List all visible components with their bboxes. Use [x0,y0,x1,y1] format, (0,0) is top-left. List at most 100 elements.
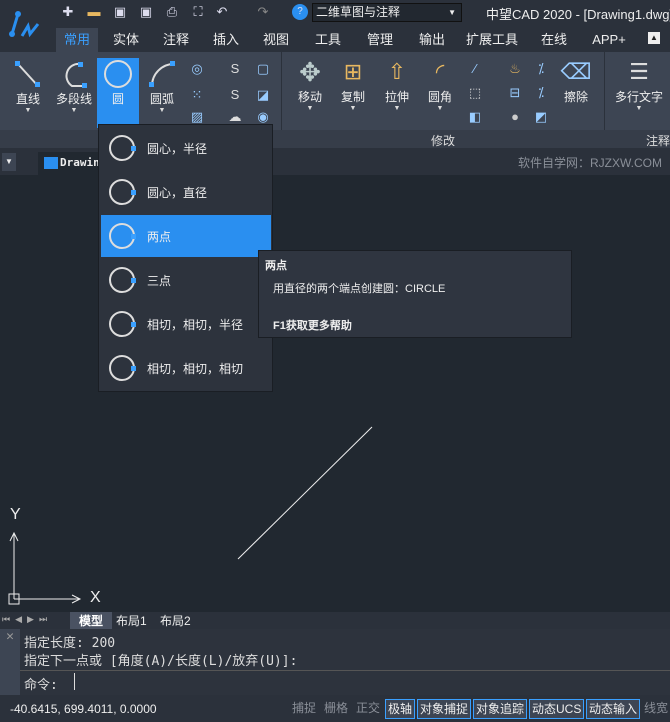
move-button[interactable]: ✥ 移动 ▼ [290,52,330,112]
tab-insert[interactable]: 插入 [206,28,246,52]
otrack-toggle[interactable]: 对象追踪 [473,699,528,719]
modify-panel-label: 修改 [431,134,456,148]
offset-curve-icon[interactable]: S [228,88,242,102]
menu-item-label: 圆心，半径 [147,141,208,156]
dwg-file-icon [44,157,58,169]
dropdown-arrow-icon: ▼ [306,105,314,112]
spline-icon[interactable]: S [228,62,242,76]
circle-dropdown-menu: 圆心，半径 圆心，直径 两点 三点 相切，相切，半径 相切，相切，相切 [98,124,273,392]
save-as-icon[interactable]: ▣ [138,4,154,20]
help-icon[interactable]: ? [292,4,308,20]
line-icon [15,61,40,87]
tooltip: 两点 用直径的两个端点创建圆：CIRCLE F1获取更多帮助 [258,250,572,338]
offset-icon[interactable]: ♨ [508,62,522,76]
tab-list-icon[interactable]: ▼ [2,153,16,171]
region-icon[interactable]: ◪ [256,88,270,102]
menu-item-center-radius[interactable]: 圆心，半径 [101,127,271,169]
tab-app-plus[interactable]: APP+ [586,28,632,52]
break-icon[interactable]: ● [508,110,522,124]
point-icon[interactable]: ⁙ [190,88,204,102]
command-prompt: 命令: [24,678,58,693]
lineweight-toggle[interactable]: 线宽 [642,699,670,719]
tab-view[interactable]: 视图 [256,28,296,52]
dropdown-arrow-icon: ▼ [24,107,32,114]
align-icon[interactable]: ⊟ [508,86,522,100]
app-logo[interactable] [0,0,52,52]
tab-layout2[interactable]: 布局2 [160,612,191,629]
chamfer-icon[interactable]: ⁒ [534,86,548,100]
tab-tools[interactable]: 工具 [308,28,348,52]
donut-icon[interactable]: ◉ [256,110,270,124]
osnap-toggle[interactable]: 对象捕捉 [417,699,472,719]
dyn-input-toggle[interactable]: 动态输入 [586,699,641,719]
circle-three-point-icon [109,267,136,293]
tab-layout1[interactable]: 布局1 [116,612,147,629]
menu-item-two-point[interactable]: 两点 [101,215,271,257]
ellipse-icon[interactable]: ◎ [190,62,204,76]
new-icon[interactable]: ✚ [60,4,76,20]
layout-nav-icons[interactable]: ⏮◀▶⏭ [2,614,52,625]
menu-item-three-point[interactable]: 三点 [101,259,271,301]
divider [20,670,670,671]
join-icon[interactable]: ⁒ [534,62,548,76]
polyline-button[interactable]: 多段线 ▼ [52,52,96,114]
circle-ttr-icon [109,311,136,337]
dropdown-arrow-icon: ▼ [436,105,444,112]
tab-model[interactable]: 模型 [70,612,112,629]
explode-icon[interactable]: ⬚ [468,86,482,100]
copy-icon: ⊞ [343,59,363,84]
menu-item-tan-tan-tan[interactable]: 相切，相切，相切 [101,347,271,389]
polyline-icon [65,62,87,88]
open-icon[interactable]: ▬ [86,4,102,20]
command-input[interactable] [74,673,75,690]
tab-manage[interactable]: 管理 [360,28,400,52]
ducs-toggle[interactable]: 动态UCS [529,699,585,719]
close-command-icon[interactable]: ✕ [0,629,20,695]
menu-item-label: 三点 [147,273,172,288]
tab-output[interactable]: 输出 [412,28,452,52]
line-button[interactable]: 直线 ▼ [6,52,50,114]
copy-button[interactable]: ⊞ 复制 ▼ [333,52,373,112]
circle-center-radius-icon [109,135,136,161]
circle-button[interactable]: 圆 [97,58,139,128]
rectangle-icon[interactable]: ▢ [256,62,270,76]
tab-online[interactable]: 在线 [534,28,574,52]
polyline-label: 多段线 [55,92,92,106]
mtext-label: 多行文字 [614,90,663,104]
command-history-line: 指定下一点或 [角度(A)/长度(L)/放弃(U)]: [24,654,298,669]
undo-icon[interactable]: ↶ [214,4,230,20]
line-label: 直线 [15,92,40,106]
zoom-extents-icon[interactable]: ⛶ [190,4,206,20]
polar-toggle[interactable]: 极轴 [385,699,416,719]
tab-extensions[interactable]: 扩展工具 [462,28,522,52]
erase-button[interactable]: ⌫ 擦除 [556,52,596,105]
ortho-toggle[interactable]: 正交 [354,699,382,719]
arc-button[interactable]: 圆弧 ▼ [142,52,182,114]
revcloud-icon[interactable]: ☁ [228,110,242,124]
array-icon[interactable]: ◧ [468,110,482,124]
drawn-line[interactable] [237,426,373,560]
workspace-select[interactable]: 二维草图与注释 ▼ [312,3,462,22]
save-icon[interactable]: ▣ [112,4,128,20]
collapse-ribbon-icon[interactable]: ▲ [648,32,660,44]
stretch-button[interactable]: ⇧ 拉伸 ▼ [377,52,417,112]
tab-solid[interactable]: 实体 [106,28,146,52]
snap-toggle[interactable]: 捕捉 [290,699,318,719]
menu-item-center-diameter[interactable]: 圆心，直径 [101,171,271,213]
stretch-label: 拉伸 [384,90,409,104]
fillet-button[interactable]: ◜ 圆角 ▼ [420,52,460,112]
grid-toggle[interactable]: 栅格 [322,699,350,719]
dropdown-arrow-icon: ▼ [635,105,643,112]
fillet-label: 圆角 [427,90,452,104]
tab-home[interactable]: 常用 [56,28,98,52]
mtext-button[interactable]: ☰ 多行文字 ▼ [610,52,668,112]
dropdown-arrow-icon: ▼ [393,105,401,112]
tab-annotate[interactable]: 注释 [156,28,196,52]
chevron-down-icon: ▼ [448,8,456,17]
print-icon[interactable]: ⎙ [164,4,180,20]
redo-icon[interactable]: ↷ [255,4,271,20]
hatch-icon[interactable]: ▨ [190,110,204,124]
menu-item-tan-tan-radius[interactable]: 相切，相切，半径 [101,303,271,345]
trim-icon[interactable]: ⁄ [468,62,482,76]
edit-hatch-icon[interactable]: ◩ [534,110,548,124]
